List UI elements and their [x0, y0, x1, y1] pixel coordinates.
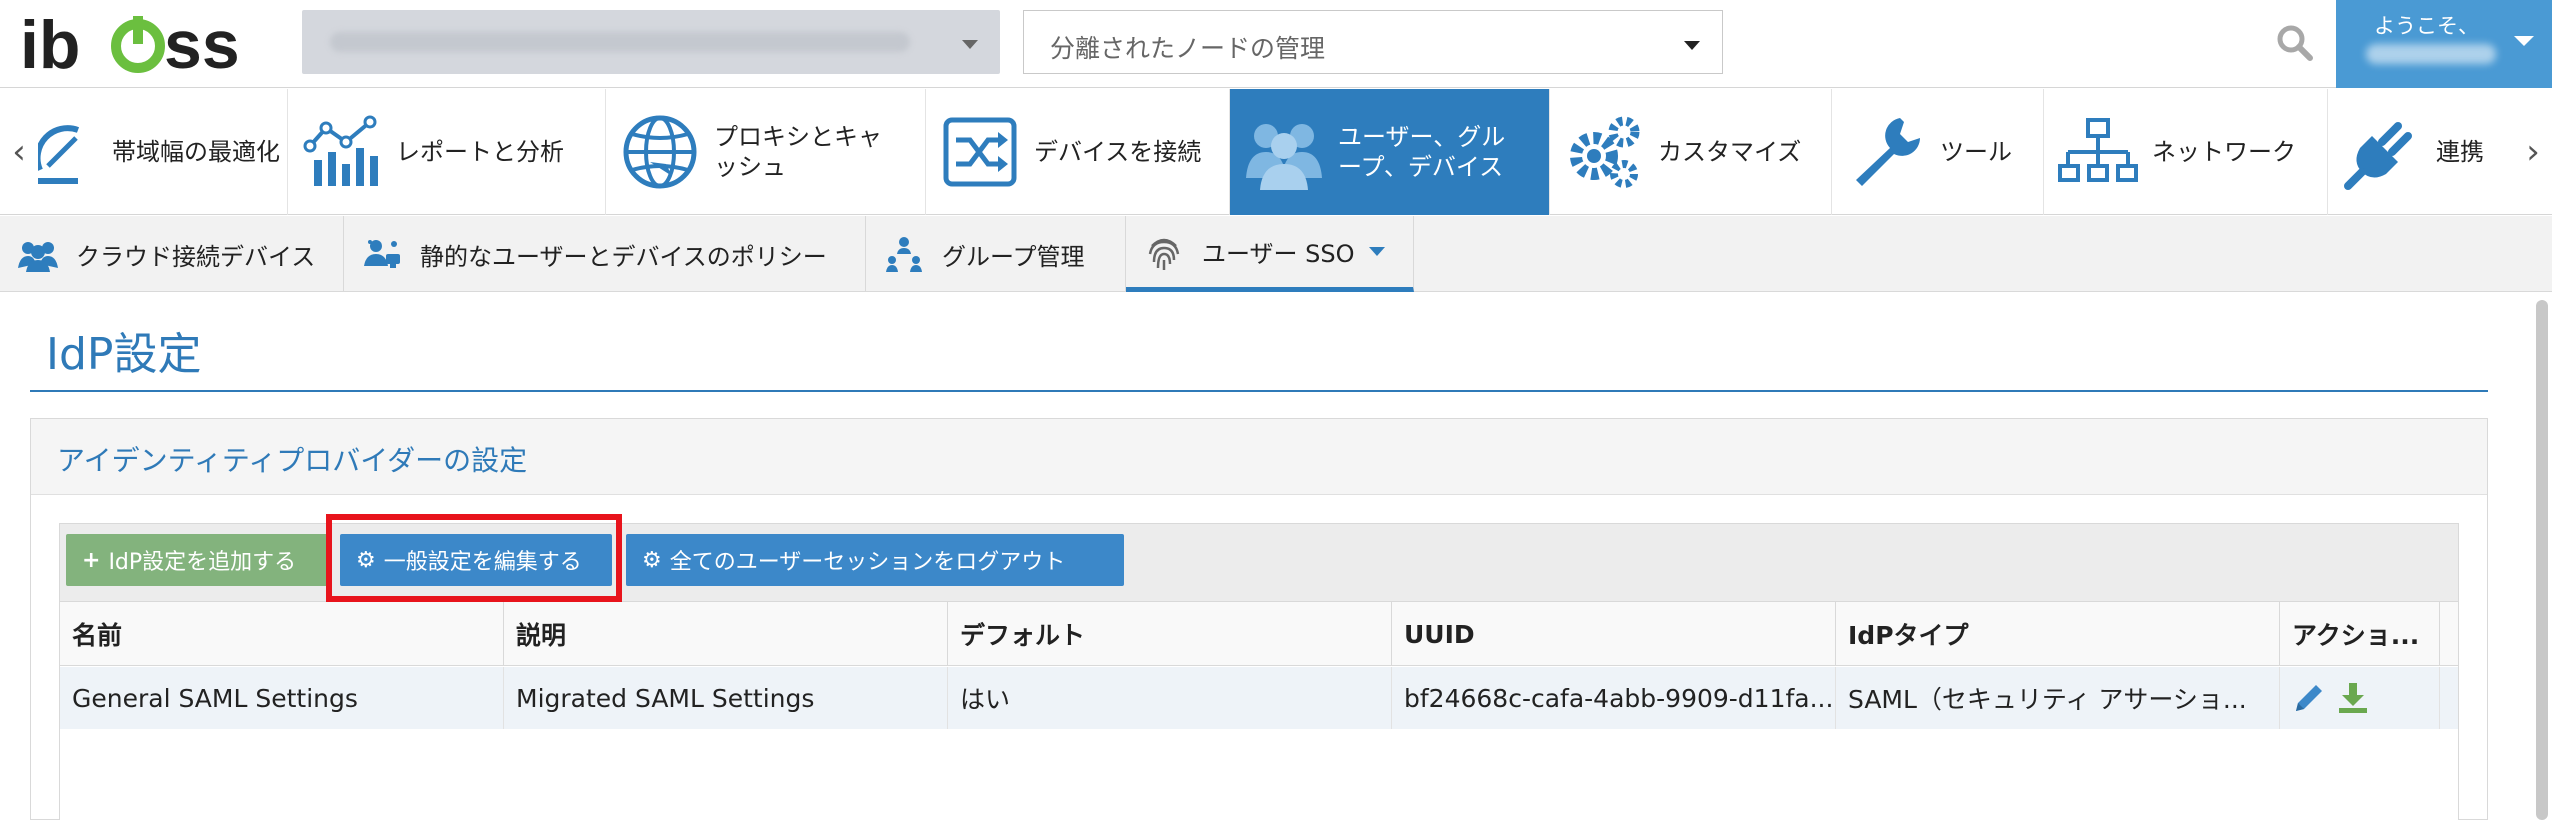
cell-default: はい	[948, 667, 1392, 729]
column-header-default[interactable]: デフォルト	[948, 602, 1392, 666]
shuffle-connect-icon	[943, 117, 1017, 187]
subnav-label: 静的なユーザーとデバイスのポリシー	[420, 242, 827, 271]
nav-label-line2: ープ、デバイス	[1338, 153, 1504, 181]
panel-header: アイデンティティプロバイダーの設定	[31, 419, 2487, 495]
chevron-down-icon	[1368, 247, 1385, 256]
nav-item-tools[interactable]: ツール	[1832, 89, 2044, 215]
table-row[interactable]: General SAML Settings Migrated SAML Sett…	[60, 667, 2458, 729]
speedometer-icon	[38, 125, 80, 184]
plus-icon: +	[82, 547, 101, 573]
column-header-name[interactable]: 名前	[60, 602, 504, 666]
subnav-item-user-sso[interactable]: ユーザー SSO	[1126, 216, 1414, 292]
title-divider	[30, 390, 2488, 392]
nav-item-connect-devices[interactable]: デバイスを接続	[926, 89, 1230, 215]
sub-nav: クラウド接続デバイス 静的なユーザーとデバイスのポリシー グループ管理 ユーザー…	[0, 216, 2552, 292]
subnav-item-cloud-devices[interactable]: クラウド接続デバイス	[0, 216, 344, 292]
isolated-nodes-label: 分離されたノードの管理	[1050, 34, 1326, 63]
column-header-actions[interactable]: アクショ...	[2280, 602, 2440, 666]
nav-label-line1: プロキシとキャ	[714, 123, 882, 151]
table-header: 名前 説明 デフォルト UUID IdPタイプ アクショ...	[60, 602, 2458, 666]
subnav-label: クラウド接続デバイス	[76, 242, 316, 271]
nav-label: 帯域幅の最適化	[112, 138, 280, 166]
nav-item-proxy-cache[interactable]: プロキシとキャ ッシュ	[606, 89, 926, 215]
analytics-chart-icon	[303, 115, 378, 186]
subnav-label: グループ管理	[942, 242, 1085, 271]
group-sitemap-icon	[886, 237, 922, 272]
plug-icon	[2344, 122, 2412, 190]
subnav-item-static-policy[interactable]: 静的なユーザーとデバイスのポリシー	[344, 216, 866, 292]
nav-label: ネットワーク	[2152, 138, 2296, 166]
column-header-description[interactable]: 説明	[504, 602, 948, 666]
nav-label-line1: ユーザー、グル	[1338, 123, 1506, 151]
logo-text-i: ib	[20, 8, 80, 80]
node-select-value-blurred	[330, 32, 910, 52]
search-icon[interactable]	[2272, 20, 2318, 66]
nav-scroll-left-button[interactable]: ‹	[0, 89, 38, 215]
logout-all-sessions-label: 全てのユーザーセッションをログアウト	[669, 550, 1066, 575]
logo-text-ss: ss	[164, 8, 240, 80]
edit-general-settings-button[interactable]: ⚙ 一般設定を編集する	[340, 534, 612, 586]
column-header-idp-type[interactable]: IdPタイプ	[1836, 602, 2280, 666]
iboss-logo[interactable]: ib ss	[18, 8, 268, 80]
chevron-down-icon	[1684, 41, 1700, 50]
users-group-icon	[18, 242, 58, 272]
isolated-nodes-dropdown[interactable]: 分離されたノードの管理	[1023, 10, 1723, 74]
network-tree-icon	[2058, 118, 2138, 182]
fingerprint-icon	[1148, 238, 1180, 270]
gear-icon: ⚙	[642, 547, 662, 573]
users-icon	[1246, 124, 1322, 190]
username-blurred	[2366, 44, 2496, 64]
gear-icon: ⚙	[356, 547, 376, 573]
nav-label: ツール	[1940, 138, 2012, 166]
user-menu[interactable]: ようこそ、	[2336, 0, 2552, 88]
subnav-item-group-management[interactable]: グループ管理	[866, 216, 1126, 292]
chevron-down-icon	[962, 40, 978, 49]
grid-toolbar: + IdP設定を追加する ⚙ 一般設定を編集する ⚙ 全てのユーザーセッションを…	[60, 524, 2458, 602]
nav-label: 連携	[2436, 138, 2484, 166]
nav-label: デバイスを接続	[1034, 138, 1202, 166]
nav-item-reports[interactable]: レポートと分析	[288, 89, 606, 215]
nav-label: レポートと分析	[396, 138, 564, 166]
logout-all-sessions-button[interactable]: ⚙ 全てのユーザーセッションをログアウト	[626, 534, 1124, 586]
globe-proxy-icon	[623, 115, 697, 189]
cell-description: Migrated SAML Settings	[504, 667, 948, 729]
wrench-icon	[1856, 118, 1920, 186]
chevron-down-icon	[2514, 36, 2534, 46]
nav-item-bandwidth[interactable]: 帯域幅の最適化	[38, 89, 288, 215]
nav-item-network[interactable]: ネットワーク	[2044, 89, 2328, 215]
add-idp-label: IdP設定を追加する	[108, 550, 297, 575]
cell-idp-type: SAML（セキュリティ アサーショ...	[1836, 667, 2280, 729]
top-bar: ib ss 分離されたノードの管理 ようこそ、	[0, 0, 2552, 88]
idp-grid: + IdP設定を追加する ⚙ 一般設定を編集する ⚙ 全てのユーザーセッションを…	[59, 523, 2459, 820]
nav-scroll-right-button[interactable]: ›	[2514, 89, 2552, 215]
panel-title: アイデンティティプロバイダーの設定	[57, 444, 528, 477]
nav-label-multiline: プロキシとキャ ッシュ	[714, 122, 882, 182]
gears-icon	[1570, 116, 1640, 188]
nav-label: カスタマイズ	[1658, 138, 1802, 166]
page-title: IdP設定	[46, 329, 202, 380]
download-icon[interactable]	[2336, 681, 2370, 715]
nav-item-integrations[interactable]: 連携	[2328, 89, 2514, 215]
welcome-text: ようこそ、	[2374, 14, 2479, 38]
main-nav: ‹ 帯域幅の最適化 レポートと分析 プロキシとキャ ッシュ デバイスを接続 ユー…	[0, 89, 2552, 215]
idp-settings-panel: アイデンティティプロバイダーの設定 + IdP設定を追加する ⚙ 一般設定を編集…	[30, 418, 2488, 820]
nav-item-customize[interactable]: カスタマイズ	[1550, 89, 1832, 215]
nav-label-line2: ッシュ	[714, 153, 786, 181]
pencil-edit-icon[interactable]	[2292, 681, 2326, 715]
column-header-uuid[interactable]: UUID	[1392, 602, 1836, 666]
nav-item-users-groups-devices[interactable]: ユーザー、グル ープ、デバイス	[1230, 89, 1550, 215]
node-select-dropdown[interactable]	[302, 10, 1000, 74]
cell-actions	[2280, 667, 2440, 729]
cell-uuid: bf24668c-cafa-4abb-9909-d11fa...	[1392, 667, 1836, 729]
cell-name: General SAML Settings	[60, 667, 504, 729]
edit-general-settings-label: 一般設定を編集する	[383, 550, 582, 575]
logo-power-bar	[133, 16, 143, 44]
nav-label-multiline: ユーザー、グル ープ、デバイス	[1338, 122, 1505, 182]
add-idp-button[interactable]: + IdP設定を追加する	[66, 534, 328, 586]
user-policy-icon	[364, 240, 400, 268]
subnav-label: ユーザー SSO	[1202, 240, 1355, 268]
vertical-scrollbar[interactable]	[2536, 300, 2548, 820]
